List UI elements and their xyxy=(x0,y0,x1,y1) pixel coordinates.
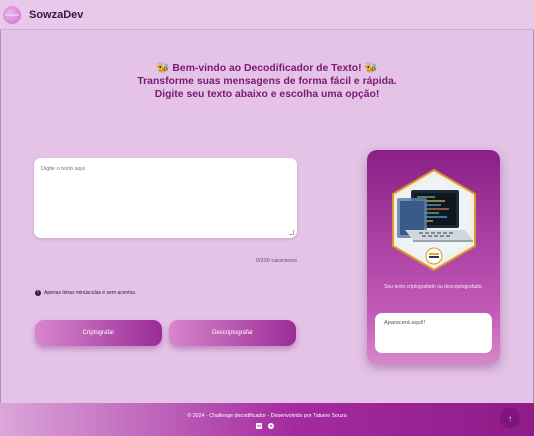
welcome-message: 🐝 Bem-vindo ao Decodificador de Texto! 🐝… xyxy=(0,62,534,101)
footer-text: © 2024 - Challenge decodificador - Desen… xyxy=(187,413,347,419)
github-icon[interactable]: ● xyxy=(268,423,274,429)
text-input[interactable] xyxy=(34,158,297,238)
encrypt-button[interactable]: Criptografar xyxy=(35,320,162,346)
info-icon: ! xyxy=(35,290,41,296)
brand-logo-icon[interactable]: SowzaDev xyxy=(3,5,21,24)
welcome-line-1: 🐝 Bem-vindo ao Decodificador de Texto! 🐝 xyxy=(156,63,378,74)
footer-social-links: in ● xyxy=(256,423,274,429)
bee-icon: 🐝 xyxy=(364,63,378,74)
input-warning: ! Apenas letras minúsculas e sem acentos… xyxy=(35,290,136,296)
decrypt-button[interactable]: Descriptografar xyxy=(169,320,296,346)
brand-name[interactable]: SowzaDev xyxy=(29,9,83,21)
welcome-line-3: Digite seu texto abaixo e escolha uma op… xyxy=(154,89,380,100)
character-counter: 0/200 caracteres xyxy=(256,258,297,264)
warning-text: Apenas letras minúsculas e sem acentos. xyxy=(44,290,137,296)
welcome-line-2: Transforme suas mensagens de forma fácil… xyxy=(137,76,397,87)
text-input-container xyxy=(34,158,297,238)
back-to-top-button[interactable]: ↑ xyxy=(500,408,520,428)
output-field[interactable]: Aparecerá aqui!! xyxy=(375,313,492,353)
output-message: Seu texto criptografado ou descriptograf… xyxy=(384,284,483,290)
linkedin-icon[interactable]: in xyxy=(256,423,262,429)
bee-icon: 🐝 xyxy=(156,63,170,74)
output-panel: Seu texto criptografado ou descriptograf… xyxy=(367,150,500,364)
resize-handle[interactable] xyxy=(289,230,294,235)
arrow-up-icon: ↑ xyxy=(508,413,512,423)
laptop-hexagon-illustration xyxy=(392,168,476,272)
footer: © 2024 - Challenge decodificador - Desen… xyxy=(0,403,534,436)
app-header: SowzaDev SowzaDev xyxy=(0,0,534,30)
